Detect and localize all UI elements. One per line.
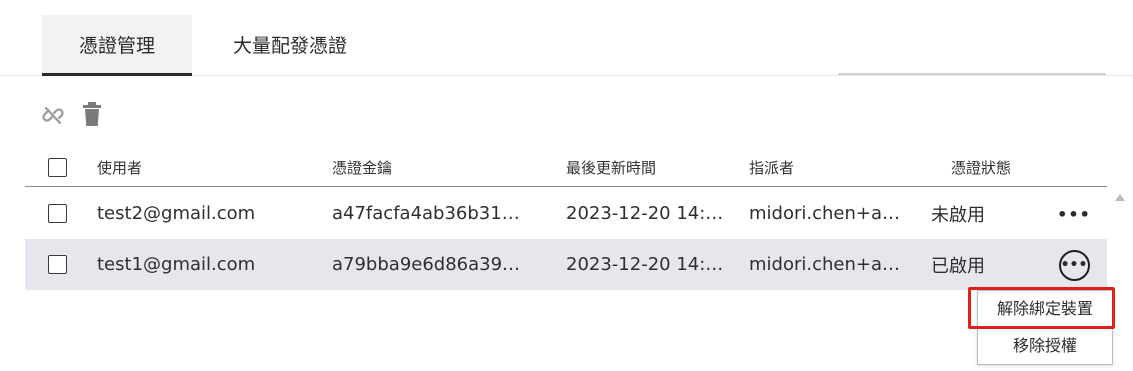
credential-status: 未啟用 xyxy=(931,204,985,226)
trash-icon[interactable] xyxy=(80,100,106,130)
tab-credential-management[interactable]: 憑證管理 xyxy=(42,15,192,76)
menu-item-unbind-device[interactable]: 解除綁定裝置 xyxy=(978,291,1112,328)
assigner: midori.chen+a… xyxy=(749,254,900,275)
scroll-up-arrow-icon[interactable] xyxy=(1115,194,1125,201)
tab-bulk-issue[interactable]: 大量配發憑證 xyxy=(210,15,370,73)
more-options-icon[interactable]: ••• xyxy=(1056,196,1092,232)
scrollbar[interactable] xyxy=(1110,188,1130,298)
assigner: midori.chen+a… xyxy=(749,203,900,224)
search-field-underline[interactable] xyxy=(838,73,1106,75)
more-options-icon[interactable]: ••• xyxy=(1056,247,1092,283)
row-context-menu: 解除綁定裝置 移除授權 xyxy=(977,290,1113,365)
table-header-row: 使用者 憑證金鑰 最後更新時間 指派者 憑證狀態 xyxy=(25,148,1107,187)
table-row[interactable]: test2@gmail.com a47facfa4ab36b31… 2023-1… xyxy=(25,188,1107,239)
column-header-status[interactable]: 憑證狀態 xyxy=(951,148,1061,186)
tab-bar: 憑證管理 大量配發憑證 xyxy=(0,0,1133,76)
last-updated: 2023-12-20 14:… xyxy=(566,203,724,224)
menu-item-remove-authorization[interactable]: 移除授權 xyxy=(978,328,1112,364)
column-header-assigner[interactable]: 指派者 xyxy=(749,148,919,186)
more-options-dots: ••• xyxy=(1058,249,1090,281)
credential-status: 已啟用 xyxy=(931,255,985,277)
credential-key: a79bba9e6d86a39… xyxy=(332,254,521,275)
more-options-dots: ••• xyxy=(1057,204,1091,224)
column-header-user[interactable]: 使用者 xyxy=(97,148,317,186)
column-header-updated[interactable]: 最後更新時間 xyxy=(566,148,736,186)
select-all-checkbox[interactable] xyxy=(48,158,67,177)
row-checkbox[interactable] xyxy=(48,204,67,223)
user-email: test1@gmail.com xyxy=(97,254,256,275)
credential-key: a47facfa4ab36b31… xyxy=(332,203,520,224)
last-updated: 2023-12-20 14:… xyxy=(566,254,724,275)
column-header-key[interactable]: 憑證金鑰 xyxy=(332,148,542,186)
user-email: test2@gmail.com xyxy=(97,203,256,224)
unlink-icon[interactable] xyxy=(40,100,66,130)
row-checkbox[interactable] xyxy=(48,255,67,274)
table-row[interactable]: test1@gmail.com a79bba9e6d86a39… 2023-12… xyxy=(25,239,1107,290)
